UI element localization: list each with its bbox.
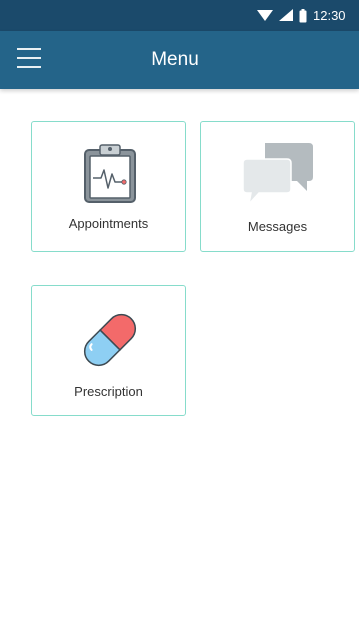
appointments-tile[interactable]: Appointments bbox=[31, 121, 186, 252]
clipboard-ecg-icon bbox=[84, 144, 136, 203]
messages-tile[interactable]: Messages bbox=[200, 121, 355, 252]
page-title: Menu bbox=[151, 49, 199, 70]
battery-icon bbox=[299, 8, 307, 22]
tile-label: Prescription bbox=[74, 384, 143, 399]
pill-capsule-icon bbox=[83, 313, 137, 367]
status-bar: 12:30 bbox=[0, 0, 359, 31]
prescription-tile[interactable]: Prescription bbox=[31, 285, 186, 416]
app-bar: Menu bbox=[0, 31, 359, 89]
wifi-icon bbox=[257, 10, 273, 21]
cell-signal-icon bbox=[279, 9, 293, 21]
tile-label: Appointments bbox=[68, 216, 149, 231]
chat-bubbles-icon bbox=[243, 143, 313, 207]
status-time: 12:30 bbox=[313, 8, 346, 23]
status-icons: 12:30 bbox=[257, 0, 359, 31]
tile-label: Messages bbox=[247, 219, 308, 234]
